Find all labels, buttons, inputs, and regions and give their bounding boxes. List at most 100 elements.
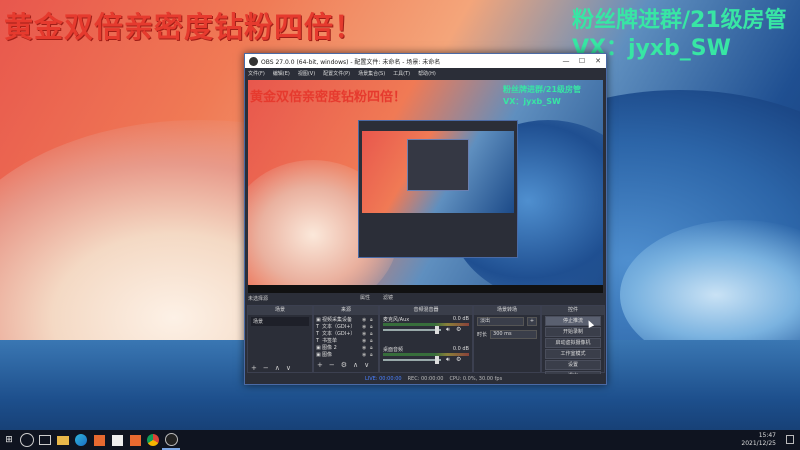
move-scene-up-button[interactable]: ∧: [275, 364, 280, 372]
visibility-eye-icon[interactable]: ◉: [362, 324, 370, 330]
transition-type-select[interactable]: 淡出: [477, 317, 524, 326]
controls-dock-title: 控件: [542, 306, 604, 315]
source-row[interactable]: T 书签单 ◉ 🔒︎: [314, 337, 378, 345]
source-row[interactable]: T 文本（GDI+） ◉ 🔒︎: [314, 330, 378, 338]
notification-icon[interactable]: [786, 435, 794, 444]
lock-icon[interactable]: 🔒︎: [370, 317, 376, 323]
channel-gear-icon[interactable]: ⚙: [456, 326, 461, 333]
transition-duration-row: 时长 300 ms: [474, 328, 540, 341]
scenes-title-text: 场景: [274, 307, 285, 313]
edge-browser-icon[interactable]: [72, 430, 90, 450]
properties-button[interactable]: 属性: [360, 294, 370, 301]
app-orange-icon[interactable]: [90, 430, 108, 450]
controls-title-text: 控件: [567, 307, 578, 313]
menu-profile[interactable]: 配置文件(P): [323, 70, 350, 77]
menu-scene-collection[interactable]: 场景集合(S): [358, 70, 385, 77]
settings-button[interactable]: 设置: [545, 360, 601, 370]
speaker-mute-icon[interactable]: 🔊︎: [446, 326, 450, 334]
duration-label: 时长: [477, 332, 488, 338]
speaker-mute-icon[interactable]: 🔊︎: [446, 356, 450, 364]
add-transition-button[interactable]: +: [527, 317, 537, 326]
minimize-button[interactable]: —: [558, 57, 574, 65]
source-name: 文本（GDI+）: [322, 331, 356, 337]
lock-icon[interactable]: 🔒︎: [370, 331, 376, 337]
cpu-fps: CPU: 0.0%, 30.00 fps: [449, 376, 503, 382]
add-source-button[interactable]: +: [317, 361, 323, 369]
visibility-eye-icon[interactable]: ◉: [362, 331, 370, 337]
visibility-eye-icon[interactable]: ◉: [362, 345, 370, 351]
task-view-icon[interactable]: [36, 430, 54, 450]
mixer-channel: 麦克风/Aux 0.0 dB 🔊︎ ⚙: [380, 315, 472, 345]
filters-button[interactable]: 滤镜: [383, 294, 393, 301]
remove-scene-button[interactable]: −: [263, 364, 269, 372]
move-source-down-button[interactable]: ∨: [364, 361, 369, 369]
source-name: 视频采集设备: [322, 317, 353, 323]
chrome-browser-icon[interactable]: [144, 430, 162, 450]
studio-mode-button[interactable]: 工作室模式: [545, 349, 601, 359]
source-name: 文本（GDI+）: [322, 324, 356, 330]
clock-time: 15:47: [758, 432, 776, 439]
source-row[interactable]: ▣ 图像 2 ◉ 🔒︎: [314, 344, 378, 352]
add-scene-button[interactable]: +: [251, 364, 257, 372]
volume-slider[interactable]: [383, 359, 441, 361]
lock-icon[interactable]: 🔒︎: [370, 324, 376, 330]
source-name: 图像 2: [322, 345, 337, 351]
move-scene-down-button[interactable]: ∨: [286, 364, 291, 372]
scenes-dock: 场景 场景 + − ∧ ∨: [247, 305, 313, 373]
source-row[interactable]: T 文本（GDI+） ◉ 🔒︎: [314, 323, 378, 331]
channel-gear-icon[interactable]: ⚙: [456, 356, 461, 363]
source-list: ▣ 视频采集设备 ◉ 🔒︎ T 文本（GDI+） ◉ 🔒︎ T 文本（GDI+）…: [314, 315, 378, 360]
channel-name: 麦克风/Aux: [383, 317, 410, 323]
visibility-eye-icon[interactable]: ◉: [362, 317, 370, 323]
start-virtual-camera-button[interactable]: 启动虚拟摄像机: [545, 338, 601, 348]
sources-dock: 来源 ▣ 视频采集设备 ◉ 🔒︎ T 文本（GDI+） ◉ 🔒︎ T 文本（GD…: [313, 305, 379, 373]
rec-timer: REC: 00:00:00: [407, 376, 444, 382]
maximize-button[interactable]: ☐: [574, 57, 590, 65]
search-icon[interactable]: [18, 430, 36, 450]
obs-taskbar-icon[interactable]: [162, 430, 180, 450]
scenes-tools: + − ∧ ∨: [248, 363, 312, 372]
start-recording-button[interactable]: 开始录制: [545, 327, 601, 337]
source-name: 书签单: [322, 338, 338, 344]
lock-icon[interactable]: 🔒︎: [370, 338, 376, 344]
preview-recursive-window: [407, 139, 469, 191]
visibility-eye-icon[interactable]: ◉: [362, 338, 370, 344]
source-row[interactable]: ▣ 视频采集设备 ◉ 🔒︎: [314, 316, 378, 324]
obs-preview[interactable]: 黄金双倍亲密度钻粉四倍！ 粉丝牌进群/21级房管 VX：jyxb_SW: [248, 80, 603, 293]
move-source-up-button[interactable]: ∧: [353, 361, 358, 369]
sources-dock-title: 来源: [314, 306, 378, 315]
app-white-icon[interactable]: [108, 430, 126, 450]
desktop-wallpaper: 黄金双倍亲密度钻粉四倍！ 粉丝牌进群/21级房管 VX：jyxb_SW OBS …: [0, 0, 800, 430]
menu-view[interactable]: 视图(V): [298, 70, 315, 77]
sources-title-text: 来源: [340, 307, 351, 313]
sources-tools: + − ⚙ ∧ ∨: [314, 360, 378, 369]
lock-icon[interactable]: 🔒︎: [370, 352, 376, 358]
transition-type-row: 淡出 +: [474, 315, 540, 328]
scene-item[interactable]: 场景: [251, 317, 309, 326]
app-orange2-icon[interactable]: [126, 430, 144, 450]
obs-window[interactable]: OBS 27.0.0 (64-bit, windows) - 配置文件: 未命名…: [244, 53, 607, 385]
start-windows-icon[interactable]: ⊞: [0, 430, 18, 450]
volume-slider[interactable]: [383, 329, 441, 331]
lock-icon[interactable]: 🔒︎: [370, 345, 376, 351]
menu-edit[interactable]: 编辑(E): [273, 70, 290, 77]
source-row[interactable]: ▣ 图像 ◉ 🔒︎: [314, 351, 378, 359]
mixer-dock: 音频混音器 麦克风/Aux 0.0 dB 🔊︎ ⚙ 桌面音频 0.0 dB 🔊︎…: [379, 305, 473, 373]
menu-file[interactable]: 文件(F): [248, 70, 265, 77]
file-explorer-icon[interactable]: [54, 430, 72, 450]
close-button[interactable]: ✕: [590, 57, 606, 65]
clock-date: 2021/12/25: [741, 440, 776, 447]
source-settings-gear-icon[interactable]: ⚙: [341, 361, 347, 369]
volume-slider-knob[interactable]: [435, 326, 439, 334]
obs-titlebar[interactable]: OBS 27.0.0 (64-bit, windows) - 配置文件: 未命名…: [245, 54, 606, 68]
visibility-eye-icon[interactable]: ◉: [362, 352, 370, 358]
system-clock[interactable]: 15:47 2021/12/25: [741, 432, 776, 448]
volume-slider-knob[interactable]: [435, 356, 439, 364]
menu-tools[interactable]: 工具(T): [393, 70, 410, 77]
remove-source-button[interactable]: −: [329, 361, 335, 369]
docks-header: 未选择源 属性 滤镜: [245, 293, 606, 303]
duration-input[interactable]: 300 ms: [490, 330, 537, 339]
menu-help[interactable]: 帮助(H): [418, 70, 436, 77]
controls-dock: 控件 停止推流 开始录制 启动虚拟摄像机 工作室模式 设置 退出: [541, 305, 605, 381]
mixer-dock-title: 音频混音器: [380, 306, 472, 315]
